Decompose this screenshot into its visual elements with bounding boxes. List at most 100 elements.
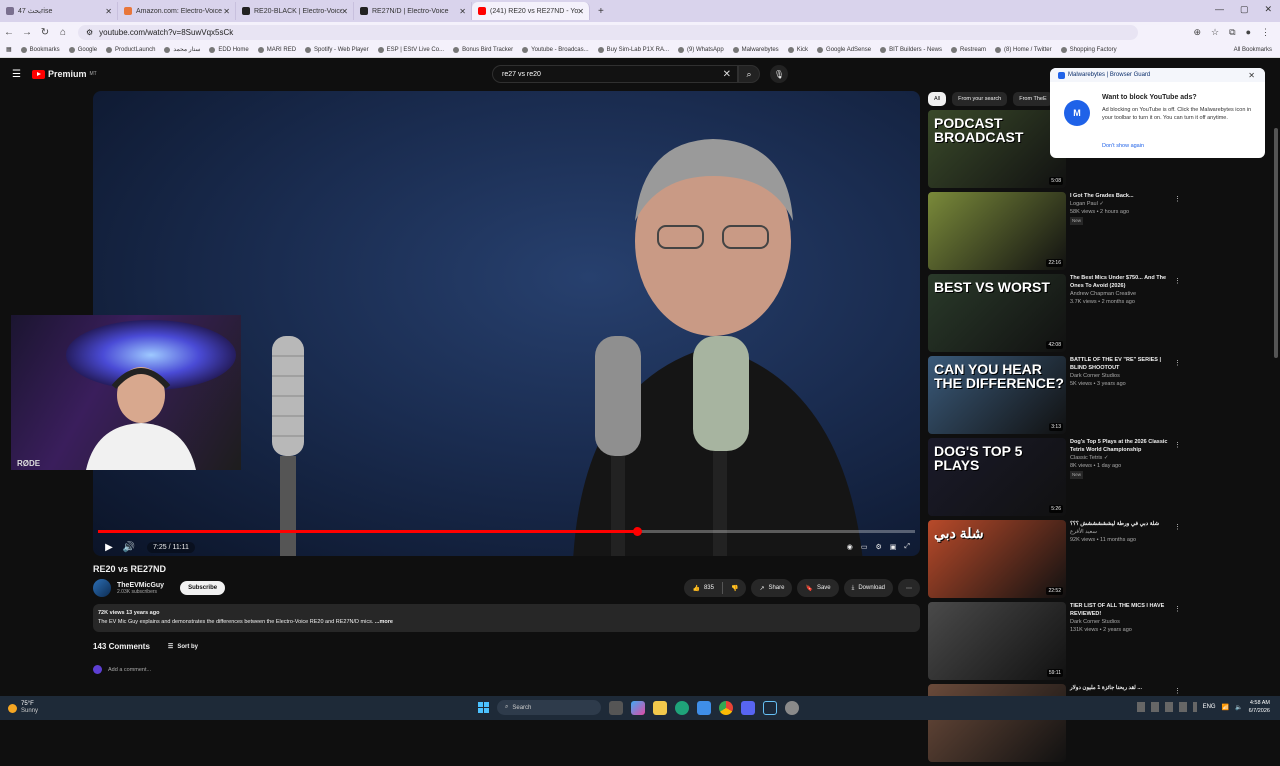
bookmark-item[interactable]: Youtube - Broadcas... bbox=[522, 46, 589, 53]
video-thumbnail[interactable]: CAN YOU HEAR THE DIFFERENCE? 3:13 bbox=[928, 356, 1066, 434]
maximize-icon[interactable]: ▢ bbox=[1240, 4, 1249, 15]
bookmark-item[interactable]: (9) WhatsApp bbox=[677, 46, 724, 53]
add-comment-input[interactable]: Add a comment... bbox=[108, 667, 151, 673]
volume-tray-icon[interactable]: 🔈 bbox=[1235, 704, 1242, 711]
tab-close-icon[interactable]: ✕ bbox=[223, 7, 230, 16]
dont-show-again-link[interactable]: Don't show again bbox=[1102, 143, 1144, 149]
related-channel[interactable]: Classic Tetris ✓ bbox=[1070, 454, 1175, 462]
video-thumbnail[interactable]: شلة دبي 22:52 bbox=[928, 520, 1066, 598]
download-button[interactable]: ⤓ Download bbox=[843, 579, 893, 597]
add-comment[interactable]: Add a comment... bbox=[93, 665, 151, 674]
related-video-item[interactable]: BEST VS WORST 42:08 The Best Mics Under $7… bbox=[928, 274, 1198, 356]
related-channel[interactable]: Dark Corner Studios bbox=[1070, 372, 1175, 380]
progress-bar[interactable] bbox=[98, 527, 915, 536]
thumbs-down-icon[interactable]: 👎 bbox=[731, 585, 738, 592]
search-button[interactable]: ⌕ bbox=[738, 65, 760, 83]
new-tab-button[interactable]: + bbox=[598, 6, 604, 17]
play-icon[interactable]: ▶ bbox=[99, 542, 119, 553]
related-channel[interactable]: Logan Paul ✓ bbox=[1070, 200, 1175, 208]
bookmark-item[interactable]: Bookmarks bbox=[20, 46, 60, 53]
wifi-icon[interactable]: 📶 bbox=[1222, 704, 1229, 711]
more-options-icon[interactable]: ⋮ bbox=[1174, 687, 1181, 695]
related-video-item[interactable]: CAN YOU HEAR THE DIFFERENCE? 3:13 BATTLE O… bbox=[928, 356, 1198, 438]
bookmark-item[interactable]: Buy Sim-Lab P1X RA... bbox=[597, 46, 669, 53]
bookmark-item[interactable]: BIT Builders - News bbox=[880, 46, 942, 53]
more-actions-button[interactable]: ⋯ bbox=[898, 579, 920, 597]
related-video-item[interactable]: DOG'S TOP 5 PLAYS 5:26 Dog's Top 5 Plays a… bbox=[928, 438, 1198, 520]
more-options-icon[interactable]: ⋮ bbox=[1174, 359, 1181, 367]
volume-icon[interactable]: 🔊 bbox=[119, 542, 139, 553]
video-thumbnail[interactable]: 59:11 bbox=[928, 602, 1066, 680]
site-info-icon[interactable]: ⚙ bbox=[86, 28, 93, 37]
settings-app-icon[interactable] bbox=[785, 700, 799, 715]
bookmark-item[interactable]: (8) Home / Twitter bbox=[995, 46, 1052, 53]
language-indicator[interactable]: ENG bbox=[1203, 704, 1216, 710]
filter-chip[interactable]: From your search bbox=[952, 92, 1008, 106]
bookmark-item[interactable]: Kick bbox=[787, 46, 808, 53]
channel-name[interactable]: TheEVMicGuy bbox=[117, 582, 164, 589]
fullscreen-icon[interactable]: ⤢ bbox=[904, 543, 910, 551]
weather-widget[interactable]: 75°F Sunny bbox=[8, 701, 38, 715]
bookmark-item[interactable]: MARI RED bbox=[257, 46, 296, 53]
related-video-title[interactable]: BATTLE OF THE EV "RE" SERIES | BLIND SHO… bbox=[1070, 356, 1175, 372]
minimize-icon[interactable]: — bbox=[1215, 4, 1224, 15]
sort-comments-button[interactable]: ☰ Sort by bbox=[168, 643, 198, 651]
related-video-title[interactable]: TIER LIST OF ALL THE MICS I HAVE REVIEWE… bbox=[1070, 602, 1175, 618]
search-input[interactable]: re27 vs re20 ✕ bbox=[492, 65, 738, 83]
clock[interactable]: 4:58 AM 6/7/2026 bbox=[1249, 699, 1270, 715]
close-icon[interactable]: ✕ bbox=[1264, 4, 1272, 15]
tab-close-icon[interactable]: ✕ bbox=[459, 7, 466, 16]
extensions-icon[interactable]: ⧉ bbox=[1229, 27, 1235, 38]
bookmark-item[interactable]: ستار محمد bbox=[164, 46, 200, 53]
bookmark-item[interactable]: Google AdSense bbox=[817, 46, 871, 53]
related-channel[interactable]: Dark Corner Studios bbox=[1070, 618, 1175, 626]
all-bookmarks[interactable]: All Bookmarks bbox=[1234, 47, 1280, 53]
bookmark-item[interactable]: Shopping Factory bbox=[1060, 46, 1117, 53]
start-button[interactable] bbox=[478, 702, 489, 713]
tab-close-icon[interactable]: ✕ bbox=[577, 7, 584, 16]
bookmark-item[interactable]: Restream bbox=[950, 46, 986, 53]
url-field[interactable]: ⚙ youtube.com/watch?v=8SuwVqx5sCk bbox=[78, 24, 1138, 40]
browser-tab[interactable]: بحث 47rise ✕ bbox=[0, 2, 118, 20]
more-options-icon[interactable]: ⋮ bbox=[1174, 277, 1181, 285]
tab-close-icon[interactable]: ✕ bbox=[341, 7, 348, 16]
settings-icon[interactable]: ⚙ bbox=[875, 543, 881, 551]
description-more-link[interactable]: ...more bbox=[375, 619, 393, 625]
related-video-title[interactable]: لقد ربحنا جائزة 1 مليون دولار ... bbox=[1070, 684, 1175, 692]
video-thumbnail[interactable]: BEST VS WORST 42:08 bbox=[928, 274, 1066, 352]
channel-avatar[interactable] bbox=[93, 579, 111, 597]
related-video-title[interactable]: The Best Mics Under $750... And The Ones… bbox=[1070, 274, 1175, 290]
star-icon[interactable]: ☆ bbox=[1211, 27, 1219, 38]
bookmark-item[interactable]: Malwarebytes bbox=[732, 46, 779, 53]
related-video-title[interactable]: Dog's Top 5 Plays at the 2026 Classic Te… bbox=[1070, 438, 1175, 454]
chrome-icon[interactable] bbox=[719, 700, 733, 715]
browser-tab[interactable]: RE27N/D | Electro-Voice ✕ bbox=[354, 2, 472, 20]
more-options-icon[interactable]: ⋮ bbox=[1174, 523, 1181, 531]
description-box[interactable]: 72K views 13 years ago The EV Mic Guy ex… bbox=[93, 604, 920, 632]
discord-icon[interactable] bbox=[741, 700, 755, 715]
hamburger-menu-icon[interactable]: ☰ bbox=[12, 69, 22, 80]
forward-icon[interactable]: → bbox=[18, 27, 36, 38]
bookmark-item[interactable]: EDD Home bbox=[209, 46, 249, 53]
bookmark-item[interactable]: Bonus Bird Tracker bbox=[453, 46, 513, 53]
back-icon[interactable]: ← bbox=[0, 27, 18, 38]
miniplayer-icon[interactable]: ▣ bbox=[890, 543, 897, 551]
taskbar-search[interactable]: ⌕ Search bbox=[497, 700, 601, 715]
related-video-item[interactable]: 59:11 TIER LIST OF ALL THE MICS I HAVE RE… bbox=[928, 602, 1198, 684]
video-thumbnail[interactable]: DOG'S TOP 5 PLAYS 5:26 bbox=[928, 438, 1066, 516]
apps-icon[interactable]: ▦ bbox=[6, 46, 12, 53]
tab-close-icon[interactable]: ✕ bbox=[105, 7, 112, 16]
filter-chip[interactable]: All bbox=[928, 92, 947, 106]
video-thumbnail[interactable]: 22:16 bbox=[928, 192, 1066, 270]
bookmark-item[interactable]: Spotify - Web Player bbox=[305, 46, 369, 53]
browser-tab[interactable]: RE20-BLACK | Electro-Voice ✕ bbox=[236, 2, 354, 20]
browser-tab[interactable]: (241) RE20 vs RE27ND - YouTube✕ bbox=[472, 2, 590, 20]
more-options-icon[interactable]: ⋮ bbox=[1174, 441, 1181, 449]
related-video-title[interactable]: شلة دبي في ورطة ليشششششش ؟؟؟ bbox=[1070, 520, 1175, 528]
related-channel[interactable]: Andrew Chapman Creative bbox=[1070, 290, 1175, 298]
reload-icon[interactable]: ↻ bbox=[36, 27, 54, 38]
copilot-icon[interactable] bbox=[631, 700, 645, 715]
store-icon[interactable] bbox=[697, 700, 711, 715]
related-channel[interactable]: سعيد الأقرع bbox=[1070, 528, 1175, 536]
youtube-logo[interactable]: Premium MT bbox=[32, 69, 97, 79]
